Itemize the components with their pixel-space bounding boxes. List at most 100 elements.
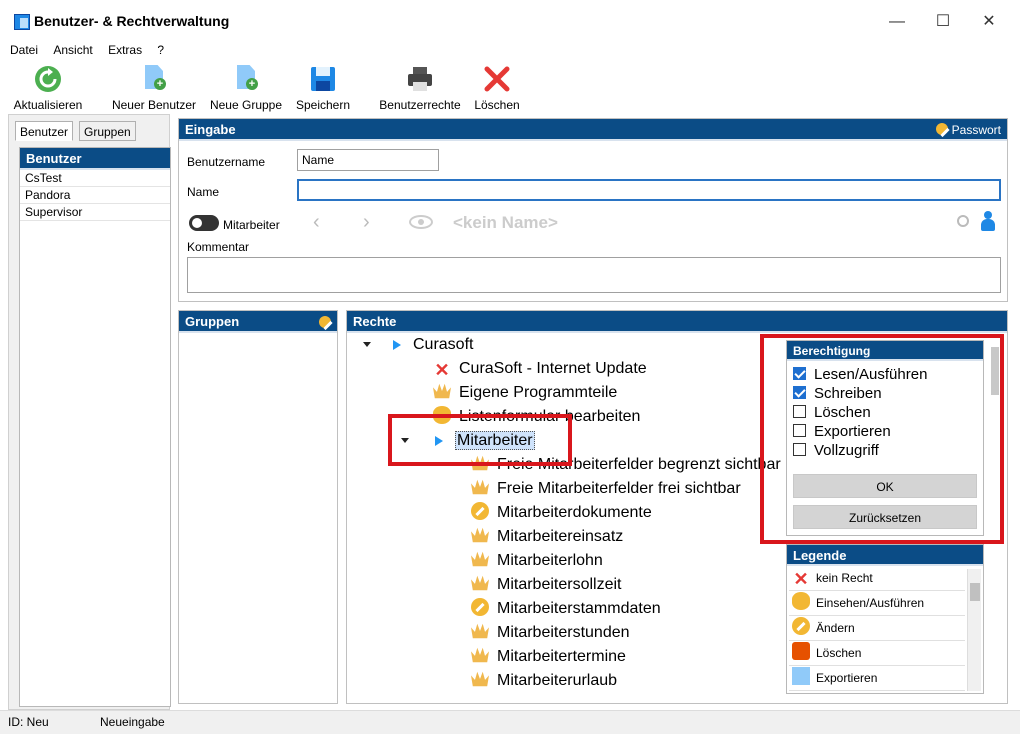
search-icon[interactable] — [957, 215, 969, 227]
eingabe-title: Eingabe — [185, 122, 236, 137]
tree-item-label: Mitarbeitertermine — [497, 648, 626, 665]
new-group-label: Neue Gruppe — [209, 98, 283, 112]
legend-label: Einsehen/Ausführen — [816, 596, 925, 610]
delete-x-icon — [482, 64, 512, 94]
save-button[interactable]: Speichern — [292, 60, 354, 114]
menu-ansicht[interactable]: Ansicht — [47, 40, 98, 60]
close-button[interactable]: ✕ — [966, 8, 1012, 36]
crown-icon — [471, 551, 489, 567]
tree-item[interactable]: Mitarbeiterlohn — [471, 549, 603, 573]
tree-item[interactable]: Mitarbeitereinsatz — [471, 525, 623, 549]
rights-header: Rechte — [347, 311, 1007, 333]
edit-icon — [471, 598, 489, 616]
user-rights-button[interactable]: Benutzerrechte — [374, 60, 466, 114]
tree-item-label: Mitarbeiterstammdaten — [497, 600, 661, 617]
new-user-button[interactable]: + Neuer Benutzer — [108, 60, 200, 114]
tree-item-label: Mitarbeiterdokumente — [497, 504, 652, 521]
menu-bar: Datei Ansicht Extras ? — [4, 40, 170, 60]
crown-icon — [471, 575, 489, 591]
legend-label: Löschen — [816, 646, 862, 660]
tree-item[interactable]: Mitarbeiterurlaub — [471, 669, 617, 693]
legend-item: Exportieren — [789, 666, 965, 691]
menu-extras[interactable]: Extras — [102, 40, 148, 60]
prev-icon[interactable]: ‹ — [313, 211, 320, 234]
menu-help[interactable]: ? — [151, 40, 170, 60]
tab-benutzer[interactable]: Benutzer — [15, 121, 74, 141]
maximize-button[interactable]: ☐ — [920, 8, 966, 36]
comment-field[interactable] — [187, 257, 1001, 293]
person-icon[interactable] — [981, 211, 995, 231]
tree-item[interactable]: ✕ CuraSoft - Internet Update — [433, 357, 647, 381]
crown-icon — [471, 671, 489, 687]
comment-label: Kommentar — [187, 240, 250, 254]
minimize-button[interactable]: — — [874, 8, 920, 36]
floppy-icon — [308, 64, 338, 94]
toolbar: Aktualisieren + Neuer Benutzer + Neue Gr… — [0, 60, 1020, 114]
groups-panel: Gruppen — [178, 310, 338, 704]
tree-item[interactable]: Mitarbeiterstammdaten — [471, 597, 661, 621]
legend-label: Ändern — [816, 621, 855, 635]
tree-item-label: Mitarbeiterstunden — [497, 624, 630, 641]
eye-icon[interactable] — [409, 215, 433, 229]
next-icon[interactable]: › — [363, 211, 370, 234]
legend-panel: Legende ✕ kein Recht Einsehen/Ausführen Ä… — [786, 544, 984, 694]
menu-datei[interactable]: Datei — [4, 40, 44, 60]
list-item[interactable]: CsTest — [20, 170, 170, 187]
no-right-icon: ✕ — [434, 360, 450, 380]
tab-gruppen[interactable]: Gruppen — [79, 121, 136, 141]
tree-item-label: Curasoft — [413, 336, 474, 353]
refresh-button[interactable]: Aktualisieren — [8, 60, 88, 114]
tree-item-label: Freie Mitarbeiterfelder frei sichtbar — [497, 480, 741, 497]
no-name-label: <kein Name> — [453, 213, 558, 232]
toggle-knob — [192, 218, 202, 228]
username-field[interactable]: Name — [297, 149, 439, 171]
save-label: Speichern — [295, 98, 351, 112]
new-group-icon: + — [231, 64, 261, 94]
name-label: Name — [187, 185, 220, 199]
crown-icon — [433, 383, 451, 399]
crown-icon — [471, 527, 489, 543]
crown-icon — [471, 479, 489, 495]
tree-item[interactable]: Eigene Programmteile — [433, 381, 617, 405]
crown-icon — [471, 623, 489, 639]
highlight-box-mitarbeiter — [388, 414, 572, 466]
legend-label: kein Recht — [816, 571, 873, 585]
name-field[interactable] — [297, 179, 1001, 201]
title-bar: Benutzer- & Rechtverwaltung — ☐ ✕ — [0, 0, 1020, 44]
tree-item-label: CuraSoft - Internet Update — [459, 360, 647, 377]
legend-scrollbar[interactable] — [967, 569, 981, 691]
status-mode: Neueingabe — [100, 715, 165, 729]
legend-item: Einsehen/Ausführen — [789, 591, 965, 616]
password-button[interactable]: Passwort — [935, 119, 1001, 141]
collapse-icon[interactable] — [363, 342, 371, 348]
tree-item[interactable]: Mitarbeitertermine — [471, 645, 626, 669]
tree-item-label: Mitarbeiterurlaub — [497, 672, 618, 689]
tree-item[interactable]: Mitarbeitersollzeit — [471, 573, 621, 597]
tree-item[interactable]: Curasoft — [363, 333, 473, 357]
user-rights-label: Benutzerrechte — [379, 98, 461, 112]
highlight-box-permissions — [760, 334, 1004, 544]
user-list-header: Benutzer — [20, 148, 170, 170]
view-icon — [792, 592, 810, 610]
groups-header: Gruppen — [179, 311, 337, 333]
refresh-label: Aktualisieren — [13, 98, 83, 112]
delete-button[interactable]: Löschen — [470, 60, 524, 114]
status-bar: ID: Neu Neueingabe — [0, 710, 1020, 734]
no-right-icon: ✕ — [793, 569, 809, 589]
window-title: Benutzer- & Rechtverwaltung — [34, 13, 230, 29]
groups-title: Gruppen — [185, 314, 240, 329]
tree-item[interactable]: Mitarbeiterdokumente — [471, 501, 652, 525]
edit-icon[interactable] — [319, 316, 331, 328]
tree-item-label: Mitarbeitereinsatz — [497, 528, 624, 545]
new-group-button[interactable]: + Neue Gruppe — [206, 60, 286, 114]
employee-toggle[interactable] — [189, 215, 219, 231]
list-item[interactable]: Supervisor — [20, 204, 170, 221]
tree-item[interactable]: Mitarbeiterstunden — [471, 621, 630, 645]
list-item[interactable]: Pandora — [20, 187, 170, 204]
tree-item[interactable]: Freie Mitarbeiterfelder frei sichtbar — [471, 477, 741, 501]
tree-item-label: Mitarbeiterlohn — [497, 552, 603, 569]
tree-item-label: Mitarbeitersollzeit — [497, 576, 622, 593]
legend-label: Exportieren — [816, 671, 878, 685]
printer-icon — [405, 64, 435, 94]
refresh-icon — [33, 64, 63, 94]
